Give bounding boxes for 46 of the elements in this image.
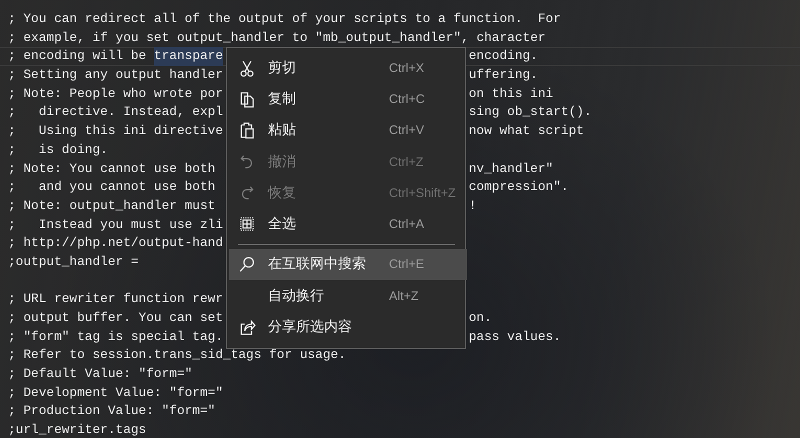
code-line: ; Setting any output handler xyxy=(8,66,224,84)
menu-item[interactable]: 分享所选内容 xyxy=(228,311,466,343)
code-line: ;output_handler = xyxy=(8,252,139,271)
menu-item[interactable]: 全选 Ctrl+A xyxy=(228,208,466,240)
code-line: ; Note: People who wrote por xyxy=(8,84,224,103)
code-line: ;url_rewriter.tags xyxy=(8,421,146,438)
copy-icon xyxy=(238,90,256,108)
code-line: ; output buffer. You can set xyxy=(8,309,224,327)
code-line: compression". xyxy=(468,179,569,194)
code-line: ; Instead you must use zli xyxy=(8,216,224,234)
code-line: on this ini xyxy=(468,86,554,101)
code-line: ; You can redirect all of the output of your scripts to a function. For xyxy=(8,10,561,28)
code-line: sing ob_start(). xyxy=(468,104,592,120)
search-icon xyxy=(238,255,256,274)
code-line: nv_handler" xyxy=(468,160,554,176)
scissors-icon xyxy=(238,58,256,77)
code-line: ! xyxy=(468,198,476,213)
code-line: ; Production Value: "form=" xyxy=(8,402,216,420)
select-all-icon xyxy=(238,215,256,234)
selected-text: transpare xyxy=(154,47,224,66)
menu-item[interactable]: 粘贴 Ctrl+V xyxy=(228,114,466,146)
code-line: ; Note: You cannot use both xyxy=(8,160,216,178)
code-line: on. xyxy=(468,310,492,325)
code-line: ; Using this ini directive xyxy=(8,122,224,140)
menu-item[interactable]: 复制 Ctrl+C xyxy=(228,83,466,115)
menu-item[interactable]: 剪切 Ctrl+X xyxy=(228,52,466,84)
code-line: ; URL rewriter function rewr xyxy=(8,290,224,308)
code-line: ; is doing. xyxy=(8,140,108,159)
code-line: ; Development Value: "form=" xyxy=(8,384,224,402)
share-icon xyxy=(238,318,256,336)
code-line: ; Note: output_handler must xyxy=(8,196,216,215)
code-line: ; Refer to session.trans_sid_tags for usage. xyxy=(8,346,346,364)
code-line: ; directive. Instead, expl xyxy=(8,103,224,122)
code-line: now what script xyxy=(468,123,584,138)
clipboard-icon xyxy=(238,121,256,140)
menu-item[interactable]: 自动换行 Alt+Z xyxy=(228,280,466,312)
code-line: ; encoding will be xyxy=(8,47,148,66)
code-line: ; example, if you set output_handler to "mb_output_handler", character xyxy=(8,28,546,47)
code-line: encoding. xyxy=(468,48,538,64)
code-line: pass values. xyxy=(468,328,561,344)
menu-item[interactable]: 在互联网中搜索 Ctrl+E xyxy=(229,248,467,280)
code-line: uffering. xyxy=(468,67,538,82)
code-line: ; and you cannot use both xyxy=(8,178,216,196)
code-line: ; http://php.net/output-hand xyxy=(8,234,224,252)
code-line: ; "form" tag is special tag. xyxy=(8,328,224,346)
code-line: ; Default Value: "form=" xyxy=(8,365,192,384)
